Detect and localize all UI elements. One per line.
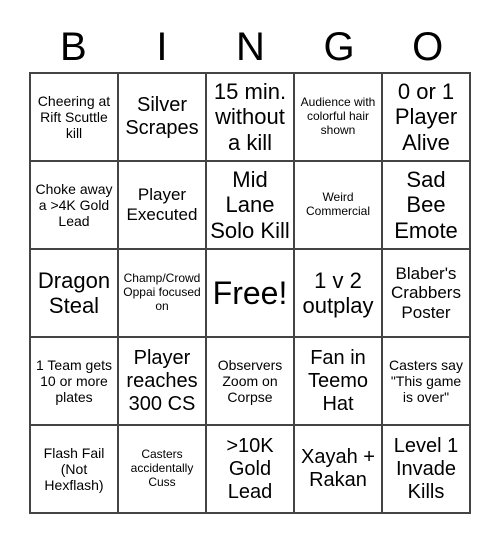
bingo-cell[interactable]: 15 min. without a kill [206, 73, 294, 161]
bingo-cell[interactable]: Audience with colorful hair shown [294, 73, 382, 161]
bingo-cell[interactable]: Cheering at Rift Scuttle kill [30, 73, 118, 161]
bingo-cell[interactable]: Fan in Teemo Hat [294, 337, 382, 425]
header-letter-b: B [59, 25, 87, 69]
header-letter-o: O [412, 25, 444, 69]
bingo-cell[interactable]: Observers Zoom on Corpse [206, 337, 294, 425]
bingo-grid: Cheering at Rift Scuttle kill Silver Scra… [29, 72, 471, 514]
bingo-cell[interactable]: Champ/Crowd Oppai focused on [118, 249, 206, 337]
bingo-cell[interactable]: Weird Commercial [294, 161, 382, 249]
bingo-cell[interactable]: Xayah + Rakan [294, 425, 382, 513]
bingo-cell-free[interactable]: Free! [206, 249, 294, 337]
bingo-cell[interactable]: >10K Gold Lead [206, 425, 294, 513]
bingo-cell[interactable]: Player Executed [118, 161, 206, 249]
bingo-cell[interactable]: Casters say "This game is over" [382, 337, 470, 425]
bingo-cell[interactable]: 0 or 1 Player Alive [382, 73, 470, 161]
bingo-cell[interactable]: 1 Team gets 10 or more plates [30, 337, 118, 425]
bingo-cell[interactable]: Silver Scrapes [118, 73, 206, 161]
header-letter-g: G [323, 25, 355, 69]
bingo-cell[interactable]: Dragon Steal [30, 249, 118, 337]
bingo-cell[interactable]: Level 1 Invade Kills [382, 425, 470, 513]
header-letter-i: I [156, 25, 168, 69]
bingo-header: B I N G O [29, 22, 472, 72]
bingo-cell[interactable]: Blaber's Crabbers Poster [382, 249, 470, 337]
bingo-cell[interactable]: Player reaches 300 CS [118, 337, 206, 425]
bingo-cell[interactable]: Choke away a >4K Gold Lead [30, 161, 118, 249]
bingo-cell[interactable]: Casters accidentally Cuss [118, 425, 206, 513]
bingo-cell[interactable]: Mid Lane Solo Kill [206, 161, 294, 249]
bingo-cell[interactable]: Sad Bee Emote [382, 161, 470, 249]
bingo-cell[interactable]: Flash Fail (Not Hexflash) [30, 425, 118, 513]
header-letter-n: N [236, 25, 265, 69]
bingo-cell[interactable]: 1 v 2 outplay [294, 249, 382, 337]
